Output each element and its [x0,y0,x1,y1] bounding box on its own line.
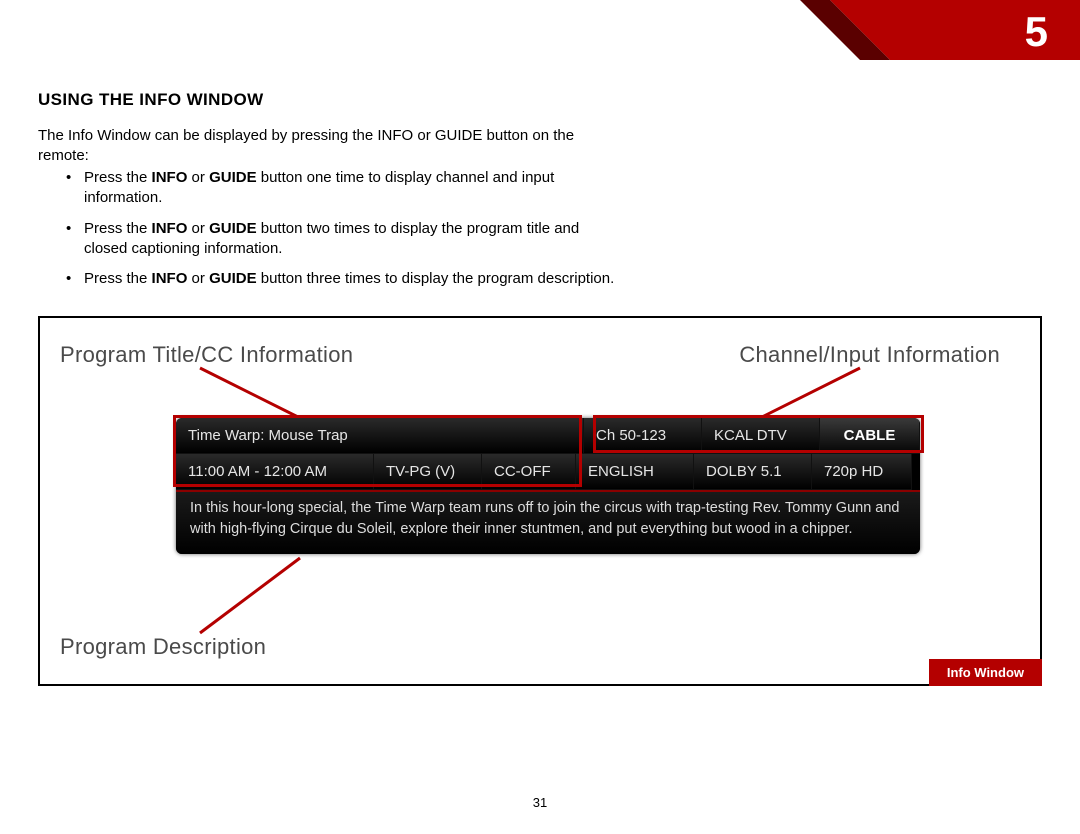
figure-box: Program Title/CC Information Channel/Inp… [38,316,1042,686]
list-item: Press the INFO or GUIDE button two times… [66,219,616,260]
instruction-list: Press the INFO or GUIDE button one time … [66,168,616,299]
osd-channel: Ch 50-123 [584,418,702,454]
intro-paragraph: The Info Window can be displayed by pres… [38,126,628,167]
osd-description: In this hour-long special, the Time Warp… [176,490,920,554]
chapter-tab: 5 [800,0,1080,60]
osd-rating: TV-PG (V) [374,454,482,490]
osd-input: CABLE [820,418,920,454]
osd-time: 11:00 AM - 12:00 AM [176,454,374,490]
list-item: Press the INFO or GUIDE button one time … [66,168,616,209]
osd-row-1: Time Warp: Mouse Trap Ch 50-123 KCAL DTV… [176,418,920,454]
osd-station: KCAL DTV [702,418,820,454]
list-item: Press the INFO or GUIDE button three tim… [66,269,616,289]
osd-program-title: Time Warp: Mouse Trap [176,418,584,454]
osd-resolution: 720p HD [812,454,912,490]
callout-program-description: Program Description [60,634,266,660]
info-window-osd: Time Warp: Mouse Trap Ch 50-123 KCAL DTV… [176,418,920,554]
osd-audio: DOLBY 5.1 [694,454,812,490]
page-number: 31 [0,795,1080,810]
osd-row-2: 11:00 AM - 12:00 AM TV-PG (V) CC-OFF ENG… [176,454,920,490]
figure-caption: Info Window [929,659,1042,686]
osd-cc: CC-OFF [482,454,576,490]
manual-page: 5 USING THE INFO WINDOW The Info Window … [0,0,1080,834]
chapter-number: 5 [1025,8,1048,56]
callout-program-title: Program Title/CC Information [60,342,353,368]
section-heading: USING THE INFO WINDOW [38,90,264,110]
callout-channel-input: Channel/Input Information [739,342,1000,368]
osd-language: ENGLISH [576,454,694,490]
